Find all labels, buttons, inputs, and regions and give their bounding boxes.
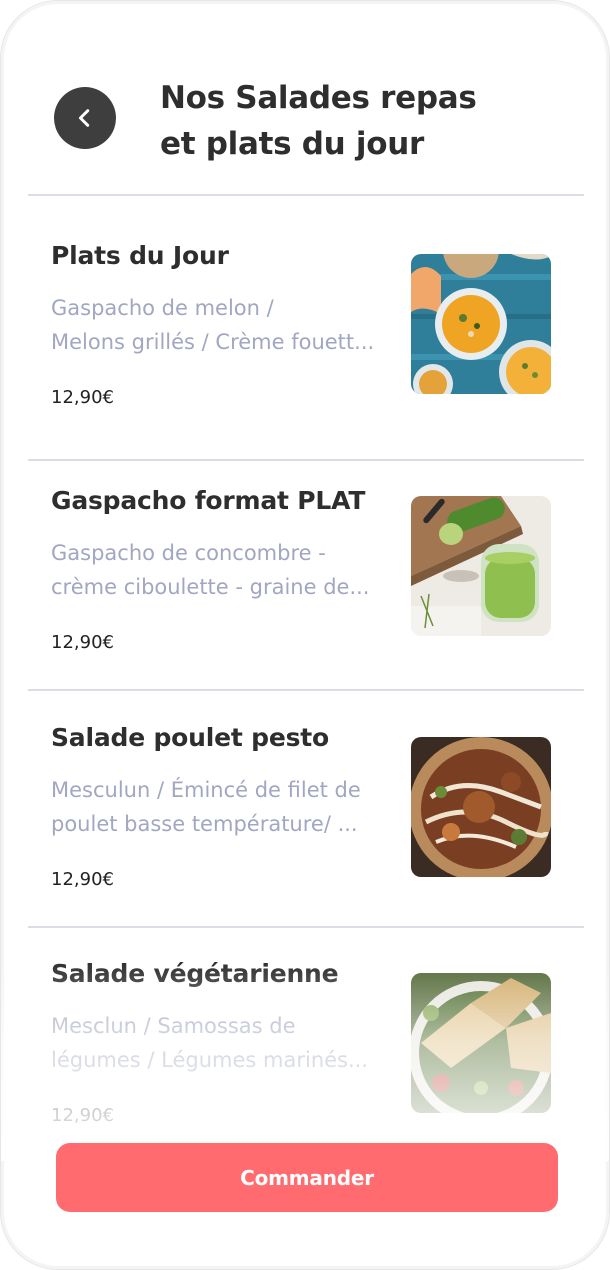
item-price: 12,90€ [51,1105,114,1126]
item-photo-salade-poulet [411,737,551,877]
item-description-line: Melons grillés / Crème fouett... [51,330,375,354]
commander-button[interactable]: Commander [56,1143,558,1212]
item-description-line: Gaspacho de melon / [51,296,274,320]
item-name: Salade poulet pesto [51,723,329,752]
item-description: Gaspacho de melon / Melons grillés / Crè… [51,291,391,359]
item-name: Gaspacho format PLAT [51,486,366,515]
header-divider [28,194,584,196]
item-price: 12,90€ [51,869,114,890]
item-price: 12,90€ [51,387,114,408]
item-description-line: Mesculun / Émincé de filet de [51,778,361,802]
item-name: Salade végétarienne [51,959,339,988]
item-photo-gazpacho-melon [411,254,551,394]
menu-item-salade-poulet-pesto[interactable]: Salade poulet pesto Mesculun / Émincé de… [1,723,609,953]
item-description: Mesclun / Samossas de légumes / Légumes … [51,1009,391,1077]
item-description-line: poulet basse température/ ... [51,812,358,836]
item-divider [28,926,584,928]
back-button[interactable] [54,87,116,149]
chevron-left-icon [78,109,90,127]
item-divider [28,689,584,691]
item-photo-gazpacho-concombre [411,496,551,636]
item-name: Plats du Jour [51,241,229,270]
item-description: Gaspacho de concombre - crème ciboulette… [51,536,391,604]
menu-item-gaspacho-format-plat[interactable]: Gaspacho format PLAT Gaspacho de concomb… [1,486,609,716]
page-title: Nos Salades repas et plats du jour [160,80,477,162]
item-description-line: Mesclun / Samossas de [51,1014,296,1038]
phone-frame: Nos Salades repas et plats du jour Plats… [0,0,610,1270]
item-divider [28,459,584,461]
item-description-line: légumes / Légumes marinés... [51,1048,369,1072]
item-price: 12,90€ [51,632,114,653]
menu-item-plats-du-jour[interactable]: Plats du Jour Gaspacho de melon / Melons… [1,241,609,471]
item-description-line: Gaspacho de concombre - [51,541,326,565]
item-photo-salade-vegetarienne [411,973,551,1113]
item-description: Mesculun / Émincé de filet de poulet bas… [51,773,391,841]
item-description-line: crème ciboulette - graine de... [51,575,370,599]
